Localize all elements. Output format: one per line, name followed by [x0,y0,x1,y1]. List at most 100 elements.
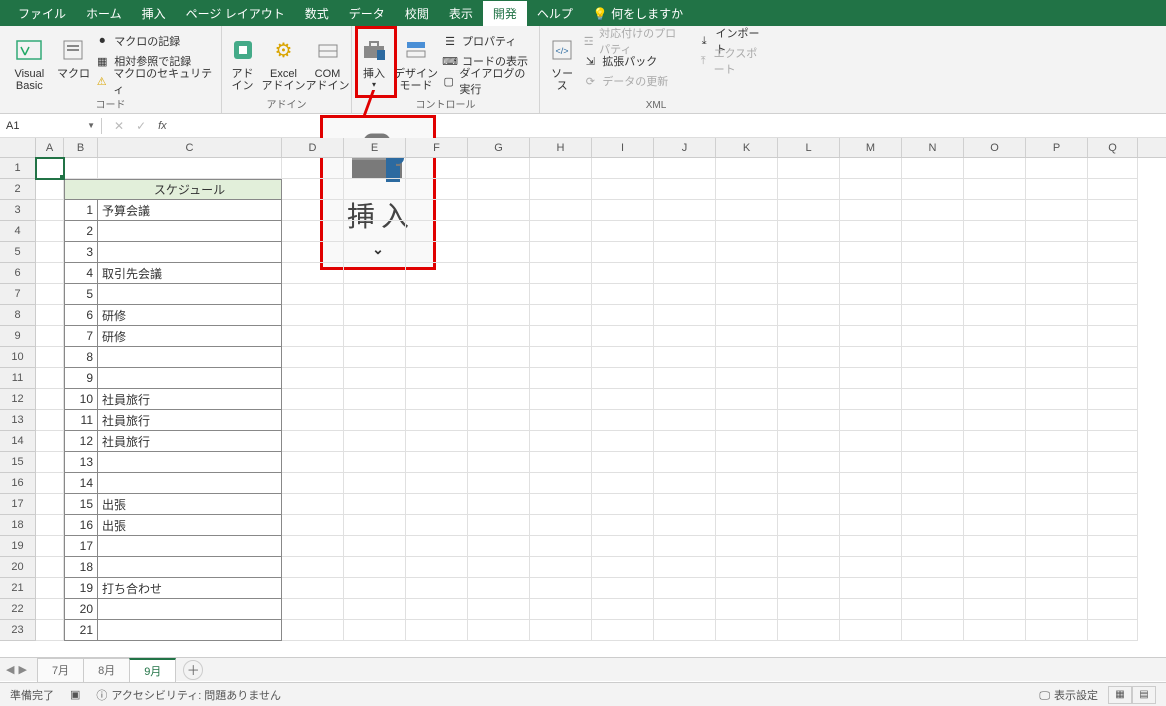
cell[interactable] [902,578,964,599]
cell[interactable] [778,326,840,347]
cell[interactable] [468,179,530,200]
cell[interactable] [654,431,716,452]
cell[interactable] [592,326,654,347]
cell[interactable] [654,536,716,557]
cell[interactable] [468,347,530,368]
cell[interactable] [1088,347,1138,368]
cell[interactable] [1026,179,1088,200]
cell[interactable]: 18 [64,557,98,578]
cell[interactable] [592,242,654,263]
com-addin-button[interactable]: COM アドイン [308,30,348,92]
cell[interactable] [1088,326,1138,347]
row-header[interactable]: 12 [0,389,36,410]
row-header[interactable]: 23 [0,620,36,641]
cell[interactable] [64,158,98,179]
cell[interactable] [964,494,1026,515]
cell[interactable] [964,389,1026,410]
cell[interactable] [902,368,964,389]
cell[interactable] [840,431,902,452]
cell[interactable] [282,515,344,536]
cell[interactable] [716,263,778,284]
cell[interactable] [1088,536,1138,557]
cell[interactable] [530,305,592,326]
cell[interactable]: 社員旅行 [98,389,282,410]
cell[interactable]: 19 [64,578,98,599]
cell[interactable] [654,326,716,347]
cell[interactable] [1026,158,1088,179]
cell[interactable] [1026,473,1088,494]
cell[interactable] [282,410,344,431]
cell[interactable] [840,263,902,284]
cell[interactable] [282,242,344,263]
cell[interactable] [902,515,964,536]
cell[interactable] [592,389,654,410]
cell[interactable] [468,578,530,599]
col-header-B[interactable]: B [64,138,98,157]
cell[interactable] [406,515,468,536]
cell[interactable] [964,578,1026,599]
cell[interactable] [530,410,592,431]
cell[interactable] [468,473,530,494]
cell[interactable] [716,158,778,179]
cell[interactable] [468,599,530,620]
cell[interactable] [592,263,654,284]
cell[interactable]: 21 [64,620,98,641]
menu-tab-データ[interactable]: データ [339,1,395,26]
cell[interactable]: 14 [64,473,98,494]
cell[interactable] [778,368,840,389]
cell[interactable] [778,431,840,452]
cell[interactable] [902,179,964,200]
cell[interactable] [1026,494,1088,515]
cell[interactable] [1088,410,1138,431]
cell[interactable]: 取引先会議 [98,263,282,284]
cell[interactable] [282,158,344,179]
cell[interactable] [282,599,344,620]
cell[interactable] [1026,200,1088,221]
run-dialog-button[interactable]: ▢ダイアログの実行 [442,72,533,90]
cell[interactable] [902,389,964,410]
cell[interactable] [964,410,1026,431]
visual-basic-button[interactable]: Visual Basic [6,30,53,92]
cell[interactable] [778,284,840,305]
cell[interactable] [530,389,592,410]
cell[interactable] [902,557,964,578]
cell[interactable] [1026,620,1088,641]
cell[interactable] [592,431,654,452]
cell[interactable] [716,179,778,200]
cell[interactable] [406,620,468,641]
cell[interactable] [344,305,406,326]
cell[interactable] [1026,368,1088,389]
cell[interactable] [468,221,530,242]
cell[interactable] [468,200,530,221]
cell[interactable] [654,494,716,515]
cell[interactable] [840,368,902,389]
col-header-Q[interactable]: Q [1088,138,1138,157]
cell[interactable] [344,557,406,578]
cell[interactable] [716,473,778,494]
cell[interactable] [902,599,964,620]
cell[interactable] [1088,515,1138,536]
cell[interactable] [1088,158,1138,179]
page-layout-view-button[interactable]: ▤ [1132,686,1156,704]
cell[interactable] [1088,389,1138,410]
col-header-F[interactable]: F [406,138,468,157]
cell[interactable] [592,494,654,515]
cell[interactable] [406,410,468,431]
cell[interactable] [716,599,778,620]
cell[interactable] [468,368,530,389]
menu-tab-数式[interactable]: 数式 [295,1,339,26]
cell[interactable] [716,284,778,305]
tell-me-search[interactable]: 💡 何をしますか [583,1,693,26]
cell[interactable]: 2 [64,221,98,242]
cell[interactable] [840,557,902,578]
menu-tab-ファイル[interactable]: ファイル [8,1,76,26]
cell[interactable] [840,200,902,221]
cell[interactable] [282,389,344,410]
cell[interactable] [778,389,840,410]
cell[interactable] [902,473,964,494]
xml-source-button[interactable]: </> ソース [546,30,578,92]
cell[interactable] [592,599,654,620]
cell[interactable] [716,494,778,515]
cell[interactable] [344,599,406,620]
row-header[interactable]: 18 [0,515,36,536]
